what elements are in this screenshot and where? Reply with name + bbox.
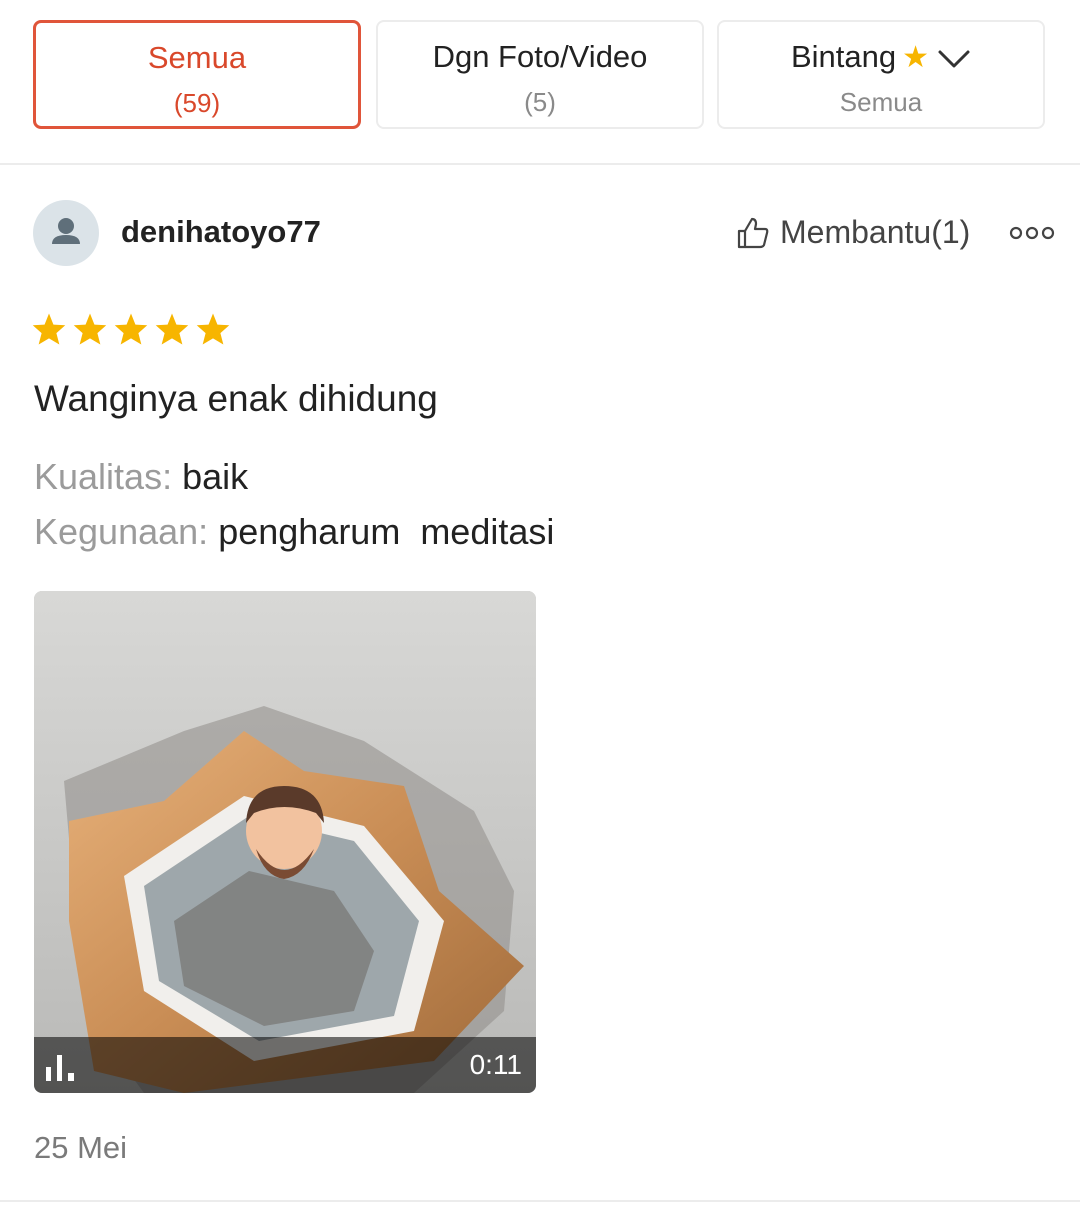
video-overlay-bar: 0:11 xyxy=(34,1037,536,1093)
video-duration: 0:11 xyxy=(469,1049,522,1080)
filter-media-count: (5) xyxy=(524,87,556,117)
attribute-key: Kegunaan: xyxy=(34,511,209,552)
avatar[interactable] xyxy=(33,200,99,266)
star-icon xyxy=(32,313,66,345)
filter-all-count: (59) xyxy=(173,88,221,118)
filter-rating-dropdown[interactable]: Bintang ★ Semua xyxy=(717,20,1045,129)
filter-rating-main: Bintang ★ xyxy=(719,38,1043,77)
filter-media-button[interactable]: Dgn Foto/Video (5) xyxy=(376,20,704,129)
chevron-down-icon xyxy=(938,50,970,68)
more-options-icon[interactable] xyxy=(1008,223,1056,243)
review-filter-bar: Semua (59) Dgn Foto/Video (5) Bintang ★ S… xyxy=(0,0,1080,165)
filter-all-button[interactable]: Semua (59) xyxy=(33,20,361,129)
star-icon xyxy=(196,313,230,345)
review-card: denihatoyo77 Membantu(1) Wanginya enak d… xyxy=(0,166,1080,1202)
filter-all-label: Semua xyxy=(147,40,247,75)
review-text: Wanginya enak dihidung xyxy=(34,378,438,419)
divider xyxy=(0,1200,1080,1202)
attribute-value: pengharum meditasi xyxy=(218,511,555,552)
star-icon xyxy=(155,313,189,345)
attribute-key: Kualitas: xyxy=(34,456,173,497)
thumbs-up-icon xyxy=(737,217,769,248)
star-icon: ★ xyxy=(902,41,930,74)
rating-stars xyxy=(31,312,236,346)
helpful-button[interactable]: Membantu(1) xyxy=(736,214,970,251)
star-icon xyxy=(114,313,148,345)
helpful-label: Membantu(1) xyxy=(780,214,971,250)
filter-media-label: Dgn Foto/Video xyxy=(432,39,648,74)
attribute-value: baik xyxy=(182,456,249,497)
attribute-quality: Kualitas: baik xyxy=(34,456,248,498)
review-video-thumbnail[interactable]: 0:11 xyxy=(34,591,536,1093)
filter-rating-label: Bintang xyxy=(790,39,897,74)
attribute-usage: Kegunaan: pengharum meditasi xyxy=(34,511,554,553)
reviewer-username[interactable]: denihatoyo77 xyxy=(121,214,321,250)
user-icon xyxy=(52,218,80,244)
star-icon xyxy=(73,313,107,345)
filter-rating-sub: Semua xyxy=(839,87,923,117)
video-icon xyxy=(46,1055,74,1081)
review-date: 25 Mei xyxy=(34,1130,128,1165)
video-preview-image xyxy=(34,591,536,1093)
